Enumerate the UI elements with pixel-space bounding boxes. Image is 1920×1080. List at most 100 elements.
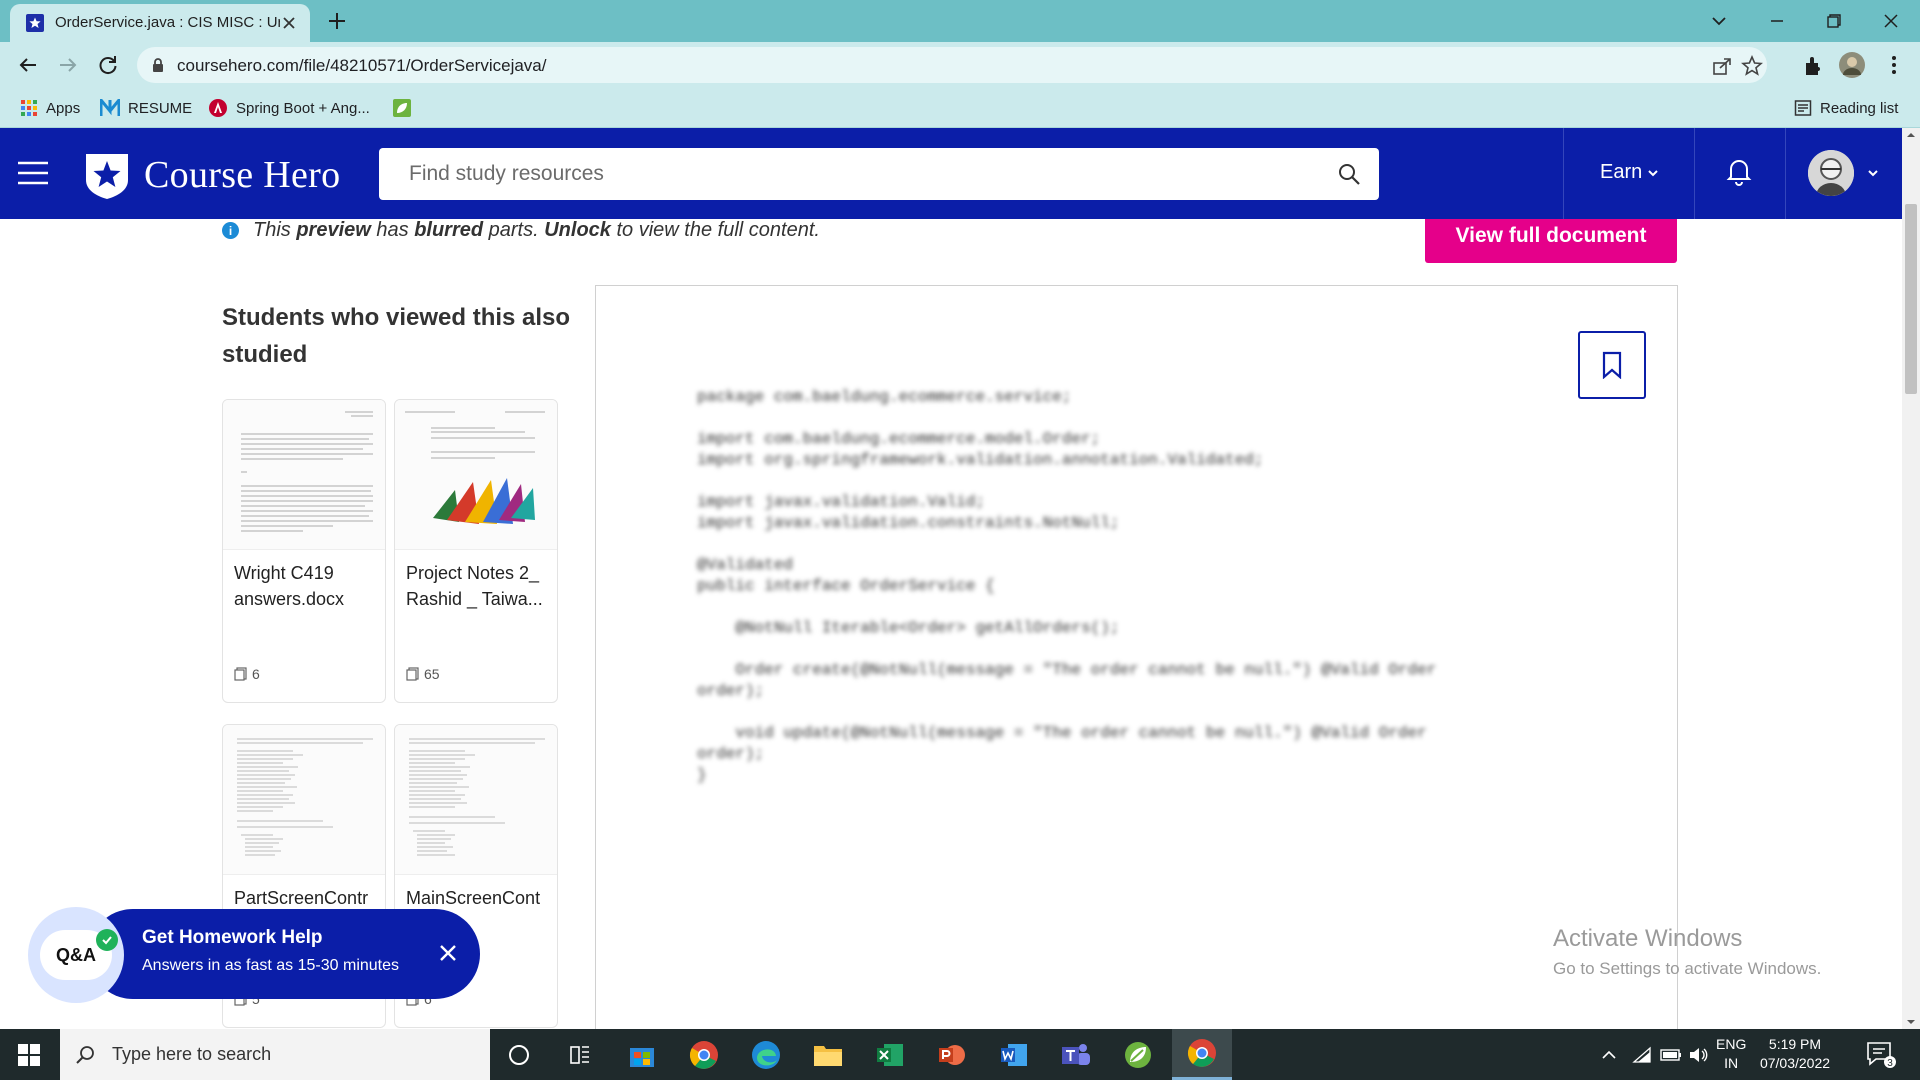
teams-icon[interactable] xyxy=(1058,1037,1094,1073)
browser-menu-icon[interactable] xyxy=(1880,51,1908,79)
reading-list-icon xyxy=(1794,99,1812,117)
system-clock[interactable]: 5:19 PM 07/03/2022 xyxy=(1755,1035,1835,1073)
notification-count: 3 xyxy=(1887,1058,1893,1069)
bookmark-spring-boot[interactable]: Spring Boot + Ang... xyxy=(208,96,370,120)
homework-help-title: Get Homework Help xyxy=(142,927,323,948)
minimize-icon[interactable] xyxy=(1764,8,1790,34)
cortana-icon[interactable] xyxy=(501,1037,537,1073)
powerpoint-icon[interactable] xyxy=(934,1037,970,1073)
search-input[interactable] xyxy=(379,148,1319,200)
edge-icon[interactable] xyxy=(748,1037,784,1073)
homework-help-bar xyxy=(88,909,480,999)
checkmark-icon xyxy=(96,929,118,951)
page-content: i This preview has blurred parts. Unlock… xyxy=(0,219,1902,1029)
document-thumbnail xyxy=(223,725,385,875)
scroll-down-icon xyxy=(1907,1020,1915,1024)
close-popup-icon[interactable] xyxy=(438,943,458,963)
reload-icon[interactable] xyxy=(94,51,122,79)
leaf-icon xyxy=(392,98,412,118)
earn-label: Earn xyxy=(1600,161,1643,183)
info-icon: i xyxy=(222,222,239,239)
bookmark-label: Spring Boot + Ang... xyxy=(236,99,370,117)
bookmark-star-icon[interactable] xyxy=(1741,55,1763,77)
document-thumbnail xyxy=(223,400,385,550)
chrome-icon[interactable] xyxy=(686,1037,722,1073)
extensions-icon[interactable] xyxy=(1800,51,1828,79)
related-document-card[interactable]: Project Notes 2_ Rashid _ Taiwa... 65 xyxy=(394,399,558,703)
word-icon[interactable] xyxy=(996,1037,1032,1073)
profile-avatar-icon[interactable] xyxy=(1838,51,1866,79)
file-explorer-icon[interactable] xyxy=(810,1037,846,1073)
spring-tool-suite-icon[interactable] xyxy=(1120,1037,1156,1073)
lock-icon[interactable] xyxy=(151,57,165,73)
document-count-icon xyxy=(406,667,419,681)
new-tab-icon[interactable] xyxy=(326,10,348,32)
action-center-icon[interactable]: 3 xyxy=(1866,1041,1896,1069)
windows-start-icon[interactable] xyxy=(18,1044,40,1066)
tab-close-icon[interactable] xyxy=(280,14,298,32)
input-language[interactable]: ENG IN xyxy=(1716,1035,1746,1073)
document-thumbnail xyxy=(395,400,557,550)
bookmark-icon xyxy=(1602,351,1622,379)
volume-icon[interactable] xyxy=(1688,1029,1710,1080)
qa-bubble: Q&A xyxy=(28,907,124,1003)
show-hidden-icons-icon[interactable] xyxy=(1600,1029,1618,1080)
homework-help-subtitle: Answers in as fast as 15-30 minutes xyxy=(142,957,400,974)
forward-icon[interactable] xyxy=(54,51,82,79)
reading-list[interactable]: Reading list xyxy=(1794,96,1898,120)
card-count: 65 xyxy=(406,666,440,682)
coursehero-logo[interactable]: Course Hero xyxy=(82,150,340,200)
magnifier-icon xyxy=(76,1045,96,1065)
url-text: coursehero.com/file/48210571/OrderServic… xyxy=(177,56,547,75)
account-menu[interactable] xyxy=(1808,150,1880,196)
header-divider xyxy=(1694,128,1695,219)
related-heading: Students who viewed this also studied xyxy=(222,304,571,368)
restore-icon[interactable] xyxy=(1820,8,1846,34)
chevron-down-icon xyxy=(1866,166,1880,180)
coursehero-favicon-icon xyxy=(26,14,44,32)
back-icon[interactable] xyxy=(14,51,42,79)
bookmark-resume[interactable]: RESUME xyxy=(100,96,192,120)
view-full-document-button[interactable]: View full document xyxy=(1425,219,1677,263)
earn-dropdown[interactable]: Earn xyxy=(1600,161,1660,184)
battery-icon[interactable] xyxy=(1660,1029,1682,1080)
bookmark-apps[interactable]: Apps xyxy=(20,96,80,120)
notice-text: This preview has blurred parts. Unlock t… xyxy=(253,219,820,241)
blurred-code: package com.baeldung.ecommerce.service; … xyxy=(697,388,1437,784)
scrollbar-thumb[interactable] xyxy=(1905,204,1917,394)
angular-logo-icon xyxy=(208,98,228,118)
microsoft-store-icon[interactable] xyxy=(624,1037,660,1073)
logo-text: Course Hero xyxy=(144,154,341,196)
card-title: Project Notes 2_ Rashid _ Taiwa... xyxy=(406,563,543,609)
bookmark-leaf[interactable] xyxy=(392,96,420,120)
hamburger-menu-icon[interactable] xyxy=(18,160,48,186)
windows-taskbar: ENG IN 5:19 PM 07/03/2022 3 xyxy=(0,1029,1920,1080)
user-avatar xyxy=(1808,150,1854,196)
save-document-button[interactable] xyxy=(1578,331,1646,399)
bookmark-label: RESUME xyxy=(128,99,193,117)
task-view-icon[interactable] xyxy=(562,1037,598,1073)
page-scrollbar[interactable] xyxy=(1902,128,1920,1029)
close-window-icon[interactable] xyxy=(1878,8,1904,34)
card-title: Wright C419 answers.docx xyxy=(234,563,345,609)
preview-notice: i This preview has blurred parts. Unlock… xyxy=(222,219,820,242)
notifications-bell-icon[interactable] xyxy=(1725,156,1753,186)
excel-icon[interactable] xyxy=(872,1037,908,1073)
taskbar-search[interactable] xyxy=(60,1029,490,1080)
card-count: 6 xyxy=(234,666,260,682)
browser-tab-strip: OrderService.java : CIS MISC : Un xyxy=(0,0,1920,42)
related-document-card[interactable]: Wright C419 answers.docx 6 xyxy=(222,399,386,703)
apps-grid-icon xyxy=(20,99,38,117)
tab-search-chevron-icon[interactable] xyxy=(1706,8,1732,34)
taskbar-search-input[interactable] xyxy=(112,1044,472,1065)
search-icon[interactable] xyxy=(1337,162,1361,186)
address-bar[interactable]: coursehero.com/file/48210571/OrderServic… xyxy=(137,47,1767,83)
document-thumbnail xyxy=(395,725,557,875)
browser-tab[interactable]: OrderService.java : CIS MISC : Un xyxy=(10,4,310,42)
homework-help-popup[interactable]: Q&A Get Homework Help Answers in as fast… xyxy=(28,907,480,1003)
bookmark-label: Apps xyxy=(46,99,81,117)
network-icon[interactable] xyxy=(1632,1029,1652,1080)
reading-list-label: Reading list xyxy=(1820,99,1899,117)
share-icon[interactable] xyxy=(1711,55,1733,77)
chrome-active-icon[interactable] xyxy=(1172,1029,1232,1080)
